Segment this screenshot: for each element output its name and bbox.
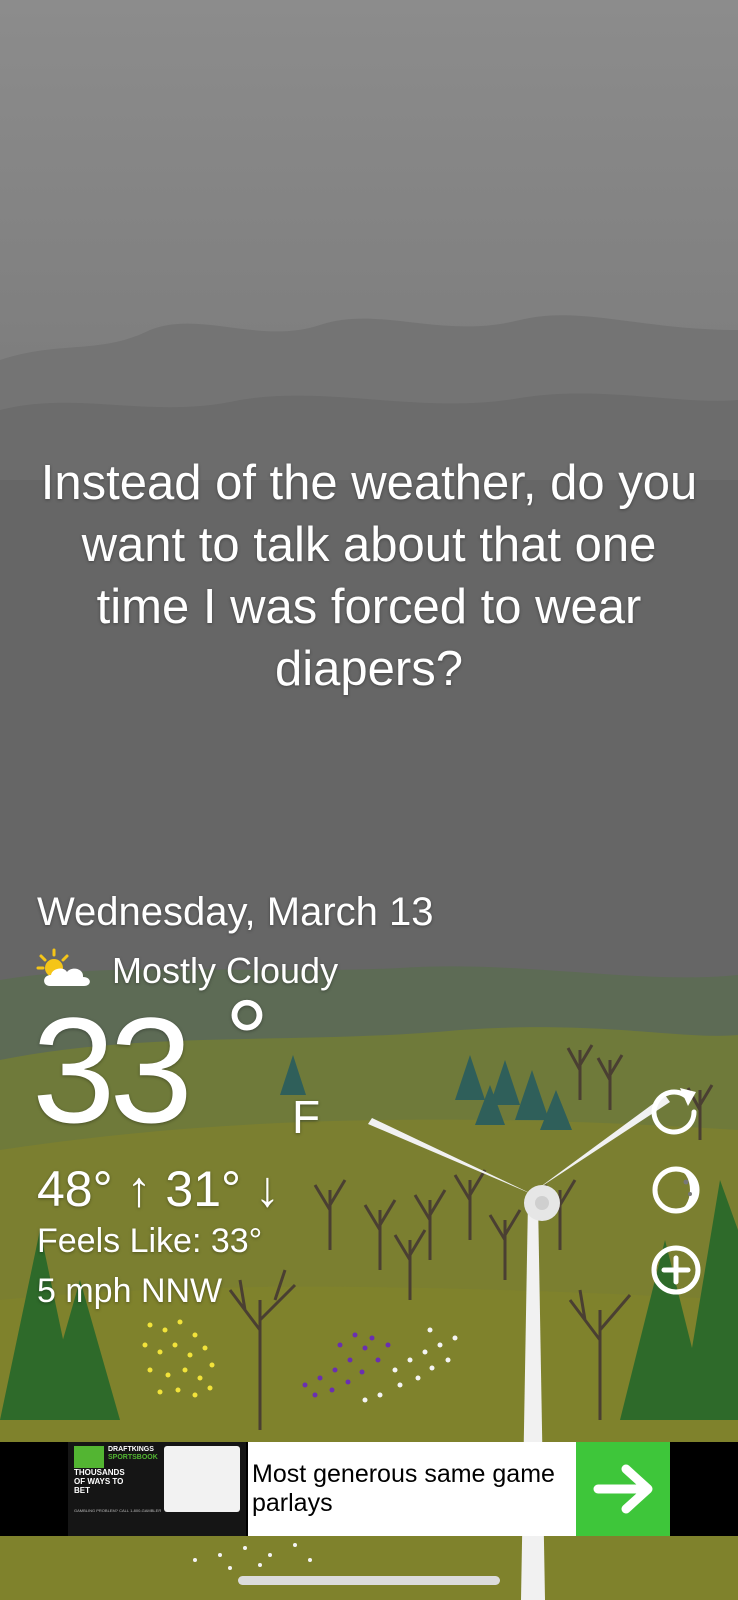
refresh-icon[interactable] xyxy=(646,1082,706,1142)
ad-creative[interactable]: DRAFTKINGS SPORTSBOOK THOUSANDS OF WAYS … xyxy=(68,1442,246,1536)
degree-symbol: ° xyxy=(225,978,269,1101)
ad-brand-top: DRAFTKINGS xyxy=(108,1446,154,1453)
ad-banner[interactable]: DRAFTKINGS SPORTSBOOK THOUSANDS OF WAYS … xyxy=(0,1442,738,1536)
current-temperature: 33 xyxy=(32,986,193,1154)
crown-icon xyxy=(74,1446,104,1468)
wind-speed: 5 mph NNW xyxy=(37,1272,223,1310)
weather-scene xyxy=(0,0,738,1600)
phone-screenshot-icon xyxy=(164,1446,240,1512)
ad-tagline: THOUSANDS OF WAYS TO BET xyxy=(74,1468,125,1495)
feels-like: Feels Like: 33° xyxy=(37,1222,263,1260)
ad-brand: DRAFTKINGS SPORTSBOOK xyxy=(108,1446,158,1462)
forecast-date: Wednesday, March 13 xyxy=(37,890,434,934)
ad-cta-button[interactable] xyxy=(576,1442,670,1536)
arrow-right-icon xyxy=(593,1464,653,1514)
ad-fine-print: GAMBLING PROBLEM? CALL 1-800-GAMBLER xyxy=(74,1508,162,1513)
weather-quip: Instead of the weather, do you want to t… xyxy=(40,456,698,696)
add-location-icon[interactable] xyxy=(646,1240,706,1300)
temperature-unit[interactable]: F xyxy=(292,1090,320,1144)
ad-copy[interactable]: Most generous same game parlays xyxy=(248,1442,576,1536)
moon-phase-icon[interactable] xyxy=(646,1160,706,1220)
home-indicator[interactable] xyxy=(238,1576,500,1585)
ad-brand-bottom: SPORTSBOOK xyxy=(108,1454,158,1461)
high-low-temperature: 48° ↑ 31° ↓ xyxy=(37,1161,280,1217)
partly-cloudy-icon xyxy=(36,948,90,986)
